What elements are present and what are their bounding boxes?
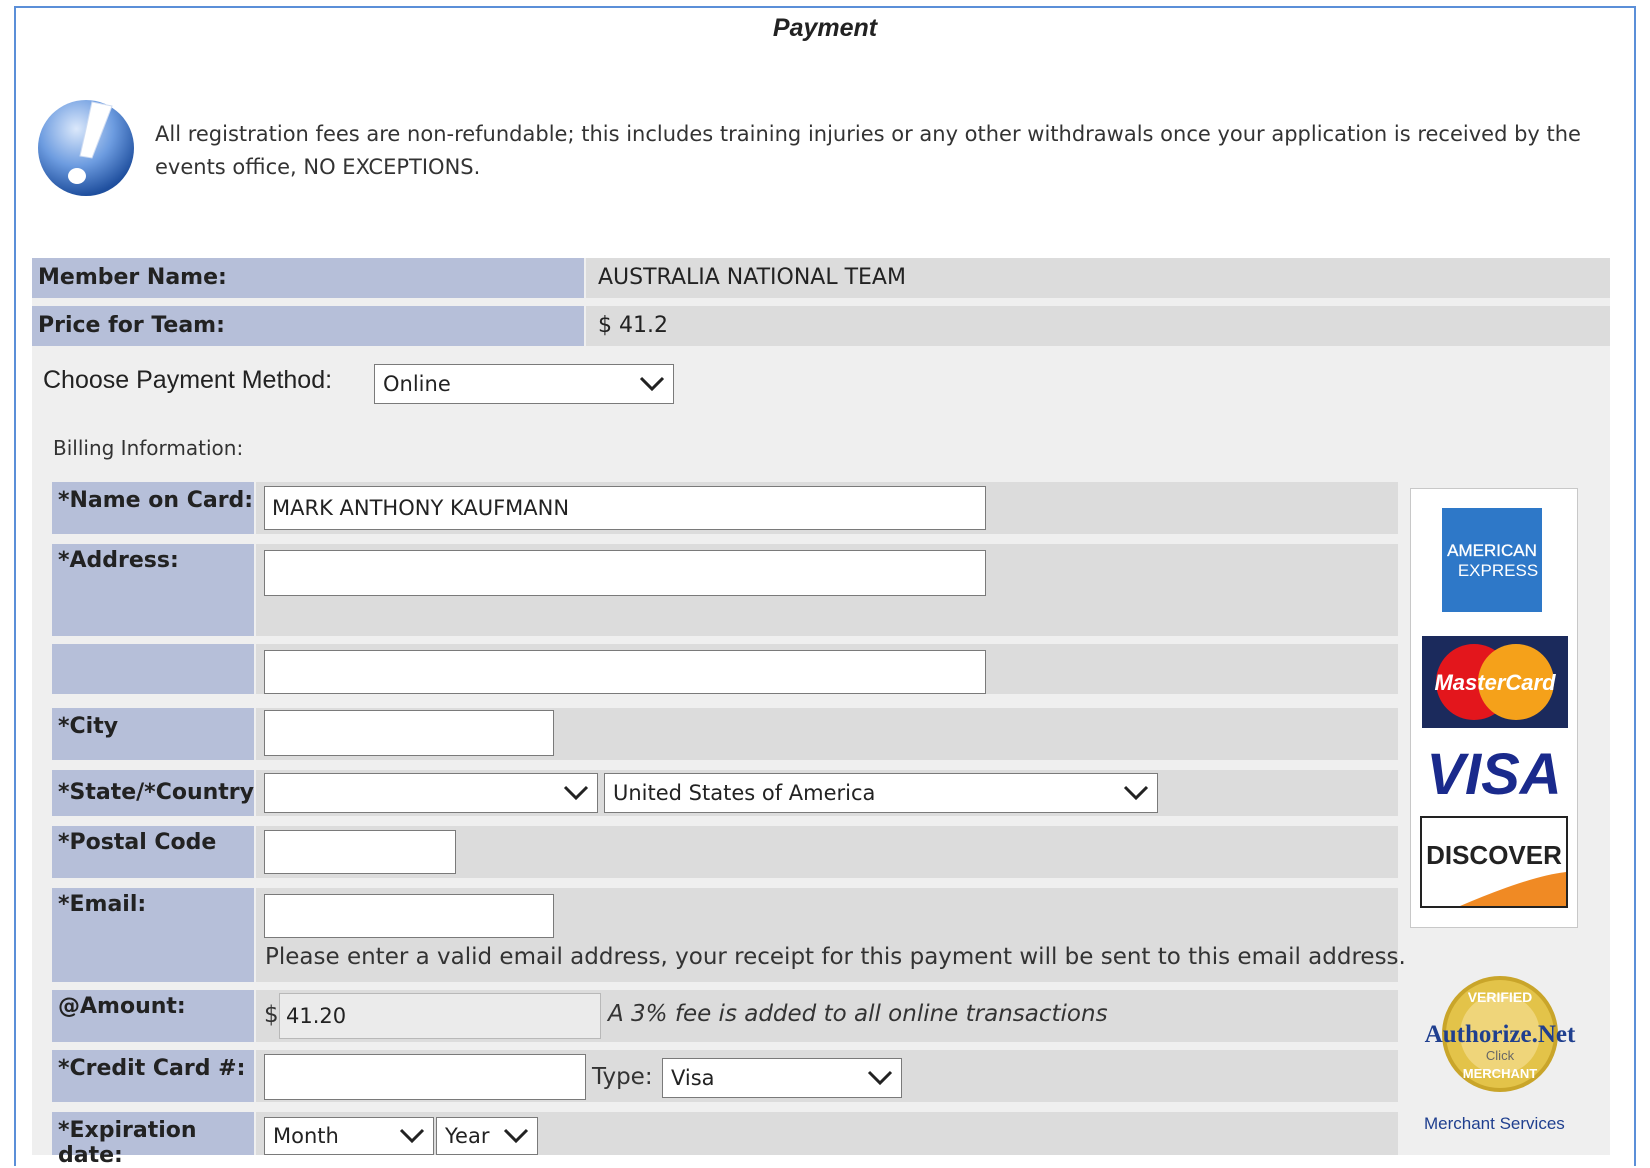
amex-line2: EXPRESS bbox=[1458, 561, 1538, 580]
expiration-label: *Expiration date: bbox=[52, 1112, 254, 1168]
visa-logo: VISA bbox=[1426, 742, 1561, 804]
postal-code-input[interactable] bbox=[264, 830, 456, 874]
country-value: United States of America bbox=[613, 781, 876, 805]
seal-brand-text: Authorize.Net bbox=[1425, 1021, 1576, 1048]
credit-card-input[interactable] bbox=[264, 1054, 586, 1100]
member-name-label: Member Name: bbox=[32, 258, 584, 298]
country-select[interactable]: United States of America bbox=[604, 773, 1158, 813]
chevron-down-icon bbox=[1123, 785, 1149, 801]
name-on-card-input[interactable]: MARK ANTHONY KAUFMANN bbox=[264, 486, 986, 530]
expiration-month-select[interactable]: Month bbox=[264, 1117, 434, 1155]
exclamation-icon bbox=[38, 100, 134, 196]
price-label: Price for Team: bbox=[32, 306, 584, 346]
city-input[interactable] bbox=[264, 710, 554, 756]
postal-code-label: *Postal Code bbox=[52, 826, 254, 878]
card-type-value: Visa bbox=[671, 1066, 715, 1090]
state-country-label: *State/*Country: bbox=[52, 770, 263, 816]
mastercard-logo: MasterCard bbox=[1422, 636, 1568, 728]
amount-input[interactable]: 41.20 bbox=[279, 993, 601, 1039]
address2-label bbox=[52, 644, 254, 694]
payment-method-label: Choose Payment Method: bbox=[43, 366, 333, 394]
expiration-year-value: Year bbox=[445, 1124, 490, 1148]
amex-line1: AMERICAN bbox=[1447, 541, 1537, 560]
billing-info-label: Billing Information: bbox=[53, 436, 244, 460]
card-type-select[interactable]: Visa bbox=[662, 1058, 902, 1098]
chevron-down-icon bbox=[639, 376, 665, 392]
discover-text: DISCOVER bbox=[1426, 840, 1562, 870]
expiration-month-value: Month bbox=[273, 1124, 339, 1148]
authorize-net-seal[interactable]: VERIFIED Authorize.Net Click MERCHANT bbox=[1410, 972, 1590, 1092]
page-title: Payment bbox=[772, 14, 878, 42]
address-label: *Address: bbox=[52, 544, 254, 636]
amex-logo: AMERICAN EXPRESS bbox=[1442, 508, 1542, 612]
chevron-down-icon bbox=[399, 1128, 425, 1144]
name-on-card-label: *Name on Card: bbox=[52, 482, 254, 534]
fee-note: A 3% fee is added to all online transact… bbox=[608, 1001, 1108, 1027]
seal-click-text: Click bbox=[1486, 1048, 1515, 1063]
address-line2-input[interactable] bbox=[264, 650, 986, 694]
address-input[interactable] bbox=[264, 550, 986, 596]
price-value: $ 41.2 bbox=[586, 306, 1610, 346]
credit-card-label: *Credit Card #: bbox=[52, 1050, 254, 1102]
expiration-year-select[interactable]: Year bbox=[436, 1117, 538, 1155]
merchant-services-link[interactable]: Merchant Services bbox=[1424, 1114, 1565, 1134]
payment-method-select[interactable]: Online bbox=[374, 364, 674, 404]
seal-merchant-text: MERCHANT bbox=[1463, 1066, 1537, 1081]
chevron-down-icon bbox=[563, 785, 589, 801]
member-name-value: AUSTRALIA NATIONAL TEAM bbox=[586, 258, 1610, 298]
seal-verified-text: VERIFIED bbox=[1468, 989, 1533, 1005]
city-label: *City bbox=[52, 708, 254, 760]
refund-notice: All registration fees are non-refundable… bbox=[155, 122, 1581, 179]
card-type-label: Type: bbox=[592, 1064, 653, 1090]
discover-logo: DISCOVER bbox=[1420, 816, 1568, 908]
email-input[interactable] bbox=[264, 894, 554, 938]
chevron-down-icon bbox=[503, 1128, 529, 1144]
amount-currency: $ bbox=[264, 1002, 279, 1028]
email-label: *Email: bbox=[52, 888, 254, 982]
payment-method-value: Online bbox=[383, 372, 451, 396]
amount-label: @Amount: bbox=[52, 990, 254, 1042]
email-hint: Please enter a valid email address, your… bbox=[265, 944, 1406, 970]
visa-text: VISA bbox=[1426, 742, 1561, 804]
chevron-down-icon bbox=[867, 1070, 893, 1086]
state-select[interactable] bbox=[264, 773, 598, 813]
mastercard-text: MasterCard bbox=[1434, 670, 1556, 695]
